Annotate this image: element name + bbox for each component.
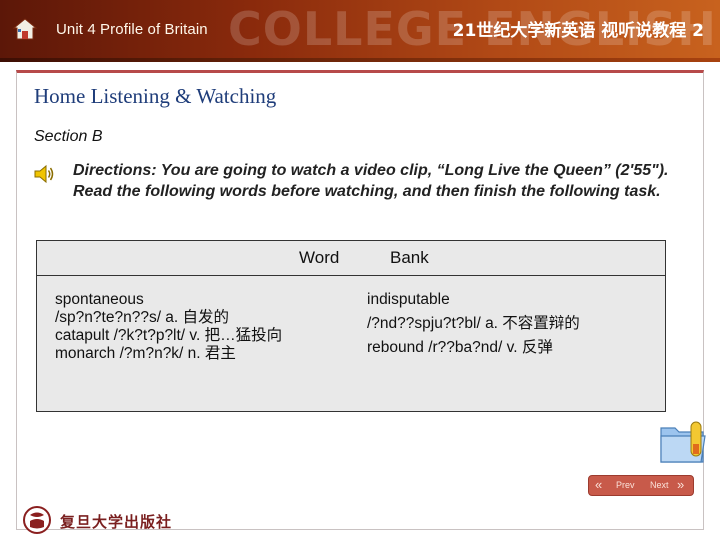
directions-text: Directions: You are going to watch a vid…	[73, 162, 669, 200]
word-bank-header-bank: Bank	[390, 248, 429, 267]
publisher-name: 复旦大学出版社	[60, 513, 173, 531]
page-title: Home Listening & Watching	[34, 84, 277, 108]
word-entry-rebound: rebound /r??ba?nd/ v. 反弹	[367, 339, 553, 356]
prev-button[interactable]: Prev	[616, 480, 635, 490]
next-button[interactable]: Next	[650, 480, 669, 490]
publisher-logo-icon	[23, 506, 51, 534]
speaker-icon[interactable]	[32, 162, 56, 186]
prev-arrow-icon[interactable]: «	[595, 477, 602, 492]
banner-divider	[0, 58, 720, 62]
page-navigation: « Prev Next »	[588, 475, 694, 496]
word-bank: Word Bank spontaneous /sp?n?te?n??s/ a. …	[36, 240, 666, 412]
unit-title: Unit 4 Profile of Britain	[56, 21, 208, 38]
word-entry-catapult: catapult /?k?t?p?lt/ v. 把…猛投向	[55, 327, 283, 344]
word-entry-spontaneous-definition: /sp?n?te?n??s/ a. 自发的	[55, 309, 230, 326]
word-bank-left-column: spontaneous /sp?n?te?n??s/ a. 自发的 catapu…	[55, 291, 355, 363]
section-label: Section B	[34, 128, 103, 145]
next-arrow-icon[interactable]: »	[677, 477, 684, 492]
word-entry-spontaneous: spontaneous	[55, 291, 144, 308]
word-entry-monarch: monarch /?m?n?k/ n. 君主	[55, 345, 236, 362]
series-title: 21世纪大学新英语 视听说教程 2	[452, 21, 704, 41]
word-bank-right-column: indisputable /?nd??spju?t?bl/ a. 不容置辩的 r…	[367, 288, 657, 360]
word-entry-indisputable: indisputable	[367, 291, 450, 308]
folder-icon[interactable]	[655, 414, 711, 470]
word-entry-indisputable-definition: /?nd??spju?t?bl/ a. 不容置辩的	[367, 315, 580, 332]
word-bank-header-word: Word	[299, 248, 340, 267]
word-bank-header: Word Bank	[37, 241, 665, 276]
home-icon[interactable]	[12, 16, 38, 42]
